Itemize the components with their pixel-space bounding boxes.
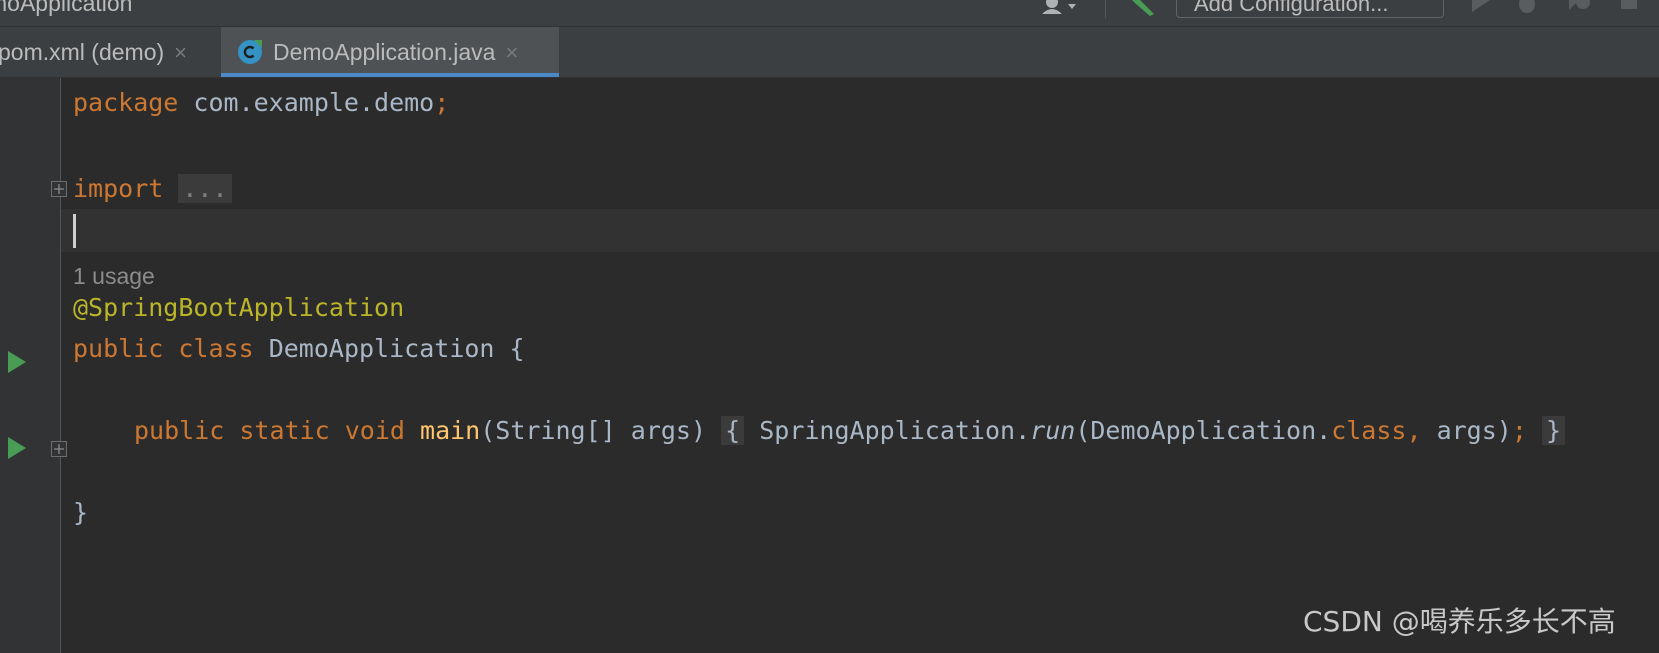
keyword: void bbox=[344, 416, 405, 445]
class-ref: SpringApplication bbox=[759, 416, 1016, 445]
main-toolbar: moApplication Add Configuration... bbox=[0, 0, 1659, 27]
stop-icon[interactable] bbox=[1620, 0, 1638, 10]
keyword: public bbox=[73, 334, 164, 363]
java-class-icon bbox=[238, 39, 262, 64]
code-line-class-decl[interactable]: public class DemoApplication { bbox=[73, 327, 525, 370]
tab-pom-xml[interactable]: pom.xml (demo) × bbox=[0, 27, 216, 77]
static-method: run bbox=[1030, 416, 1076, 445]
toolbar-separator bbox=[1105, 0, 1106, 18]
add-configuration-button[interactable]: Add Configuration... bbox=[1176, 0, 1444, 18]
tab-demo-application-java[interactable]: DemoApplication.java × bbox=[221, 27, 559, 77]
run-main-icon[interactable] bbox=[6, 436, 28, 460]
code-line-main[interactable]: public static void main(String[] args) {… bbox=[134, 409, 1566, 452]
semicolon: ; bbox=[434, 88, 450, 117]
run-class-icon[interactable] bbox=[6, 350, 28, 374]
current-line-highlight bbox=[61, 209, 1659, 252]
build-hammer-icon[interactable] bbox=[1128, 0, 1158, 16]
coverage-icon[interactable] bbox=[1565, 0, 1593, 14]
folded-brace[interactable]: { bbox=[721, 416, 745, 445]
code-line-import[interactable]: import ... bbox=[73, 167, 232, 210]
keyword: public bbox=[134, 416, 225, 445]
method-arg: (DemoApplication. bbox=[1075, 416, 1332, 445]
method-arg: args) bbox=[1421, 416, 1512, 445]
run-icon[interactable] bbox=[1470, 0, 1492, 12]
folded-imports[interactable]: ... bbox=[178, 174, 232, 203]
text-caret bbox=[73, 214, 76, 248]
class-name: DemoApplication bbox=[268, 334, 495, 363]
annotation: @SpringBootApplication bbox=[73, 293, 405, 322]
keyword: static bbox=[239, 416, 330, 445]
brace: } bbox=[73, 498, 89, 527]
user-icon[interactable] bbox=[1040, 0, 1080, 18]
debug-icon[interactable] bbox=[1515, 0, 1539, 14]
keyword: import bbox=[73, 174, 164, 203]
folded-brace[interactable]: } bbox=[1541, 416, 1566, 445]
keyword: class bbox=[178, 334, 254, 363]
code-line-package[interactable]: package com.example.demo; bbox=[73, 81, 449, 124]
tab-label: pom.xml (demo) bbox=[0, 39, 165, 65]
watermark: CSDN @喝养乐多长不高 bbox=[1303, 605, 1616, 638]
tab-label: DemoApplication.java bbox=[273, 39, 496, 65]
dot: . bbox=[1015, 416, 1031, 445]
method-name: main bbox=[420, 416, 481, 445]
code-line-closing-brace[interactable]: } bbox=[73, 491, 88, 534]
package-name: com.example.demo bbox=[178, 88, 435, 117]
brace: { bbox=[509, 334, 525, 363]
semicolon: ; bbox=[1511, 416, 1527, 445]
project-name[interactable]: moApplication bbox=[0, 0, 132, 17]
method-params: (String[] args) bbox=[480, 416, 707, 445]
close-icon[interactable]: × bbox=[174, 40, 187, 65]
keyword: package bbox=[73, 88, 179, 117]
keyword: class bbox=[1331, 416, 1407, 445]
code-line-annotation[interactable]: @SpringBootApplication bbox=[73, 286, 404, 329]
comma: , bbox=[1406, 416, 1422, 445]
editor-tab-bar: pom.xml (demo) × DemoApplication.java × bbox=[0, 27, 1659, 78]
close-icon[interactable]: × bbox=[505, 40, 518, 65]
